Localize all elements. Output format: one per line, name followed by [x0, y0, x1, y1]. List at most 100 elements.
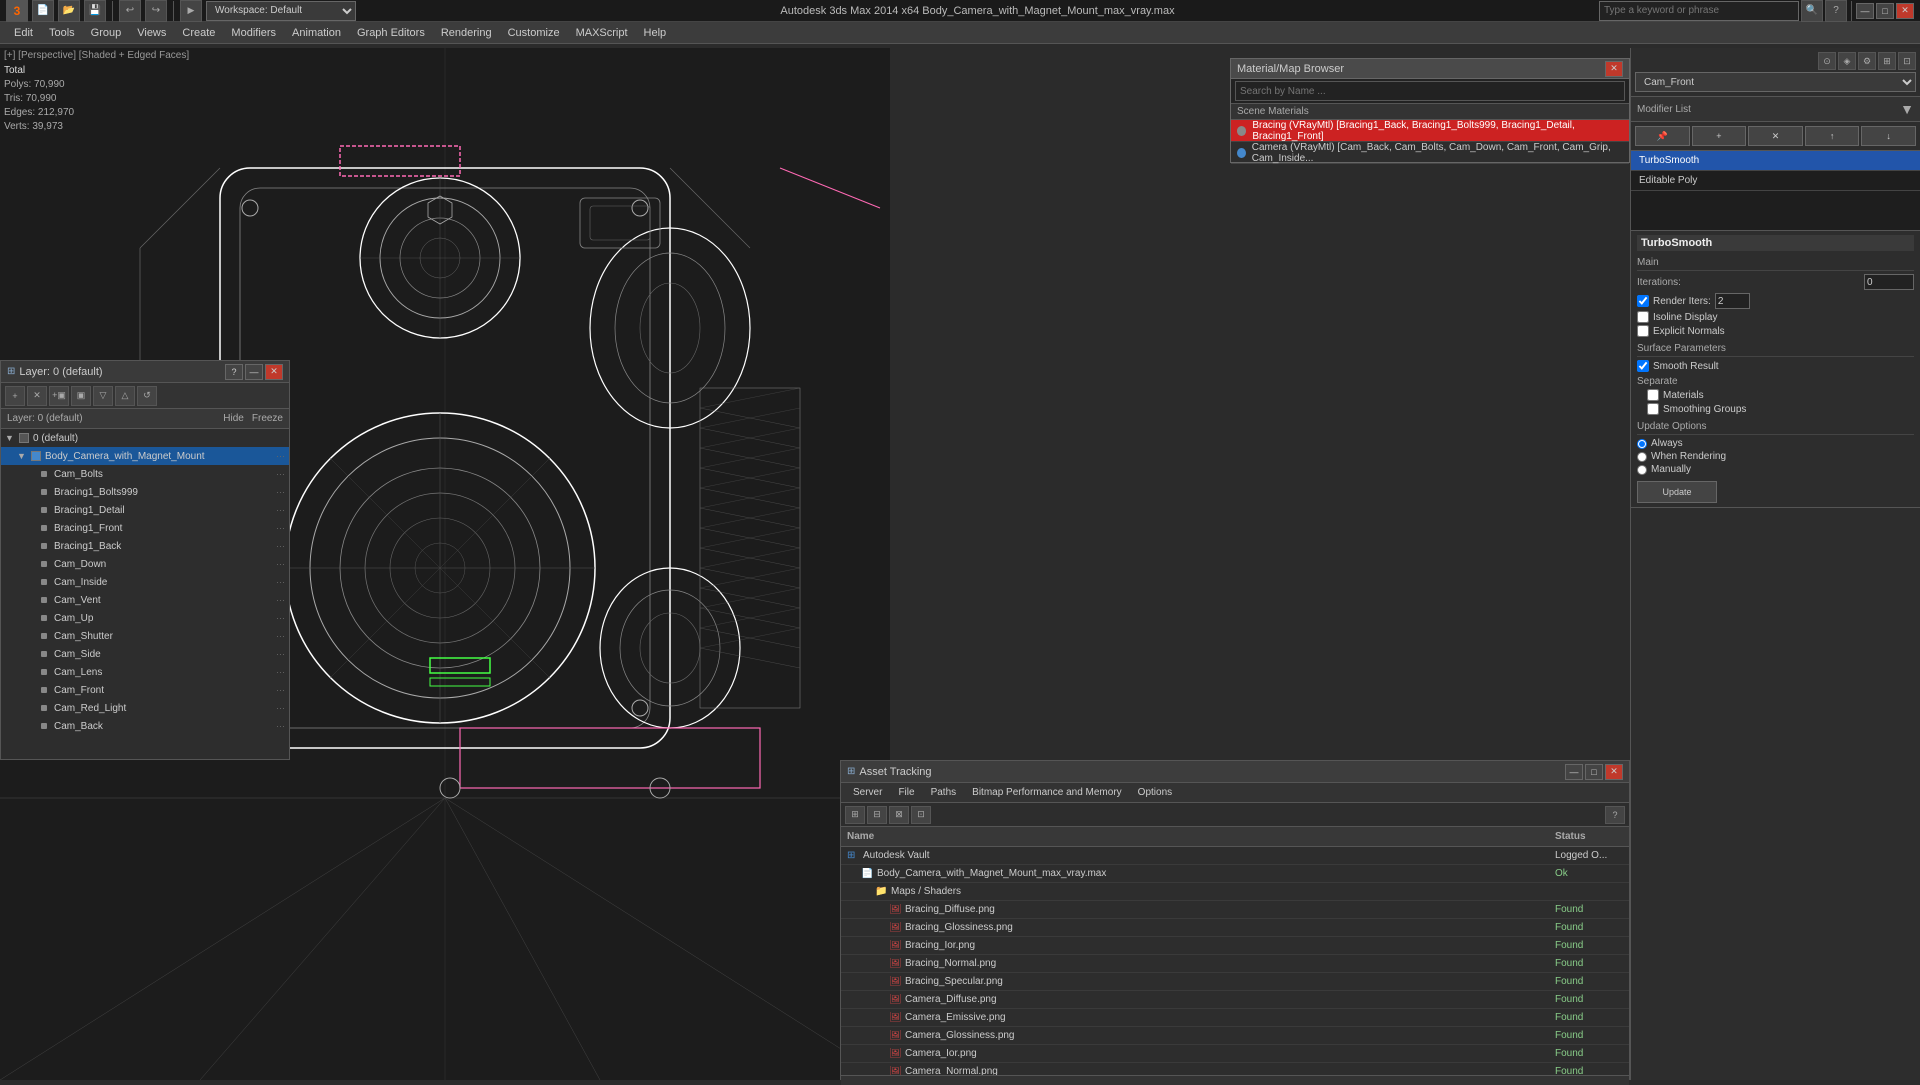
help-icon[interactable]: ? — [1825, 0, 1847, 22]
layer-new-button[interactable]: + — [5, 386, 25, 406]
asset-tool-3[interactable]: ⊠ — [889, 806, 909, 824]
rp-icon-3[interactable]: ⚙ — [1858, 52, 1876, 70]
keyword-search-input[interactable] — [1599, 1, 1799, 21]
menu-tools[interactable]: Tools — [41, 25, 83, 41]
modifier-item-turbosmooth[interactable]: TurboSmooth — [1631, 151, 1920, 171]
asset-item-9[interactable]: 🖼Camera_Emissive.pngFound — [841, 1009, 1629, 1027]
menu-customize[interactable]: Customize — [500, 25, 568, 41]
asset-item-12[interactable]: 🖼Camera_Normal.pngFound — [841, 1063, 1629, 1075]
layer-refresh-button[interactable]: ↺ — [137, 386, 157, 406]
layer-delete-button[interactable]: ✕ — [27, 386, 47, 406]
menu-modifiers[interactable]: Modifiers — [223, 25, 284, 41]
render-iters-checkbox[interactable] — [1637, 295, 1649, 307]
asset-item-1[interactable]: 📄Body_Camera_with_Magnet_Mount_max_vray.… — [841, 865, 1629, 883]
layer-item-13[interactable]: Cam_Lens··· — [1, 663, 289, 681]
minimize-button[interactable]: — — [1856, 3, 1874, 19]
layer-collapse-button[interactable]: △ — [115, 386, 135, 406]
layers-minimize-button[interactable]: — — [245, 364, 263, 380]
asset-menu-options[interactable]: Options — [1130, 785, 1180, 800]
asset-menu-file[interactable]: File — [890, 785, 922, 800]
asset-menu-server[interactable]: Server — [845, 785, 890, 800]
layer-item-17[interactable]: Cam_Grip··· — [1, 735, 289, 739]
rp-icon-2[interactable]: ◈ — [1838, 52, 1856, 70]
layer-item-4[interactable]: Bracing1_Detail··· — [1, 501, 289, 519]
layer-item-6[interactable]: Bracing1_Back··· — [1, 537, 289, 555]
asset-item-2[interactable]: 📁Maps / Shaders — [841, 883, 1629, 901]
layer-add-selection-button[interactable]: +▣ — [49, 386, 69, 406]
layer-item-7[interactable]: Cam_Down··· — [1, 555, 289, 573]
smooth-result-checkbox[interactable] — [1637, 360, 1649, 372]
modifier-move-up-button[interactable]: ↑ — [1805, 126, 1860, 146]
update-when-rendering-radio[interactable] — [1637, 452, 1647, 462]
menu-group[interactable]: Group — [83, 25, 130, 41]
menu-help[interactable]: Help — [636, 25, 675, 41]
modifier-list-dropdown-icon[interactable]: ▼ — [1900, 101, 1914, 117]
layer-item-9[interactable]: Cam_Vent··· — [1, 591, 289, 609]
rp-icon-5[interactable]: ⊡ — [1898, 52, 1916, 70]
asset-item-0[interactable]: ⊞Autodesk VaultLogged O... — [841, 847, 1629, 865]
asset-maximize-button[interactable]: □ — [1585, 764, 1603, 780]
undo-icon[interactable]: ↩ — [119, 0, 141, 22]
layer-item-10[interactable]: Cam_Up··· — [1, 609, 289, 627]
layer-item-11[interactable]: Cam_Shutter··· — [1, 627, 289, 645]
smoothing-groups-checkbox[interactable] — [1647, 403, 1659, 415]
new-file-icon[interactable]: 📄 — [32, 0, 54, 22]
asset-tool-4[interactable]: ⊡ — [911, 806, 931, 824]
update-manually-radio[interactable] — [1637, 465, 1647, 475]
open-file-icon[interactable]: 📂 — [58, 0, 80, 22]
layer-item-16[interactable]: Cam_Back··· — [1, 717, 289, 735]
explicit-checkbox[interactable] — [1637, 325, 1649, 337]
layer-item-8[interactable]: Cam_Inside··· — [1, 573, 289, 591]
modifier-move-down-button[interactable]: ↓ — [1861, 126, 1916, 146]
menu-graph-editors[interactable]: Graph Editors — [349, 25, 433, 41]
layer-item-14[interactable]: Cam_Front··· — [1, 681, 289, 699]
asset-item-4[interactable]: 🖼Bracing_Glossiness.pngFound — [841, 919, 1629, 937]
material-search-input[interactable] — [1235, 81, 1625, 101]
asset-help-button[interactable]: ? — [1605, 806, 1625, 824]
asset-minimize-button[interactable]: — — [1565, 764, 1583, 780]
asset-close-button[interactable]: ✕ — [1605, 764, 1623, 780]
menu-animation[interactable]: Animation — [284, 25, 349, 41]
layer-item-5[interactable]: Bracing1_Front··· — [1, 519, 289, 537]
layer-item-15[interactable]: Cam_Red_Light··· — [1, 699, 289, 717]
rp-icon-1[interactable]: ⊙ — [1818, 52, 1836, 70]
mat-item-camera[interactable]: Camera (VRayMtl) [Cam_Back, Cam_Bolts, C… — [1231, 142, 1629, 164]
update-button[interactable]: Update — [1637, 481, 1717, 503]
workspace-select[interactable]: Workspace: Default — [206, 1, 356, 21]
layer-item-3[interactable]: Bracing1_Bolts999··· — [1, 483, 289, 501]
modifier-item-editable-poly[interactable]: Editable Poly — [1631, 171, 1920, 191]
layer-item-12[interactable]: Cam_Side··· — [1, 645, 289, 663]
layer-item-1[interactable]: ▼Body_Camera_with_Magnet_Mount··· — [1, 447, 289, 465]
asset-item-10[interactable]: 🖼Camera_Glossiness.pngFound — [841, 1027, 1629, 1045]
modifier-remove-button[interactable]: ✕ — [1748, 126, 1803, 146]
iterations-input[interactable] — [1864, 274, 1914, 290]
asset-tool-1[interactable]: ⊞ — [845, 806, 865, 824]
materials-checkbox[interactable] — [1647, 389, 1659, 401]
menu-create[interactable]: Create — [174, 25, 223, 41]
layer-item-2[interactable]: Cam_Bolts··· — [1, 465, 289, 483]
cam-select-dropdown[interactable]: Cam_Front — [1635, 72, 1916, 92]
maximize-button[interactable]: □ — [1876, 3, 1894, 19]
asset-item-6[interactable]: 🖼Bracing_Normal.pngFound — [841, 955, 1629, 973]
asset-item-5[interactable]: 🖼Bracing_Ior.pngFound — [841, 937, 1629, 955]
menu-edit[interactable]: Edit — [6, 25, 41, 41]
render-iters-input[interactable] — [1715, 293, 1750, 309]
asset-tool-2[interactable]: ⊟ — [867, 806, 887, 824]
menu-views[interactable]: Views — [129, 25, 174, 41]
asset-menu-bitmap-perf[interactable]: Bitmap Performance and Memory — [964, 785, 1130, 800]
layers-help-button[interactable]: ? — [225, 364, 243, 380]
save-file-icon[interactable]: 💾 — [84, 0, 106, 22]
material-browser-close-button[interactable]: ✕ — [1605, 61, 1623, 77]
asset-item-7[interactable]: 🖼Bracing_Specular.pngFound — [841, 973, 1629, 991]
mat-item-bracing[interactable]: Bracing (VRayMtl) [Bracing1_Back, Bracin… — [1231, 120, 1629, 142]
modifier-add-button[interactable]: + — [1692, 126, 1747, 146]
rp-icon-4[interactable]: ⊞ — [1878, 52, 1896, 70]
layer-expand-button[interactable]: ▽ — [93, 386, 113, 406]
update-always-radio[interactable] — [1637, 439, 1647, 449]
close-button[interactable]: ✕ — [1896, 3, 1914, 19]
asset-horizontal-scrollbar[interactable] — [841, 1075, 1629, 1085]
layers-close-button[interactable]: ✕ — [265, 364, 283, 380]
menu-rendering[interactable]: Rendering — [433, 25, 500, 41]
redo-icon[interactable]: ↪ — [145, 0, 167, 22]
modifier-pin-button[interactable]: 📌 — [1635, 126, 1690, 146]
